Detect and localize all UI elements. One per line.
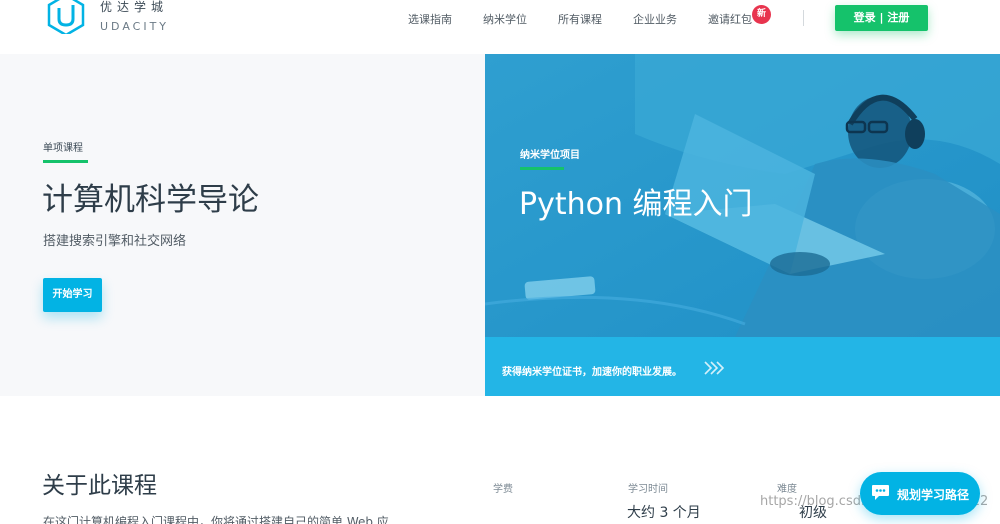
login-register-button[interactable]: 登录 | 注册: [835, 5, 928, 31]
certificate-banner[interactable]: 获得纳米学位证书，加速你的职业发展。: [485, 337, 1000, 396]
nanodegree-label: 纳米学位项目: [520, 150, 580, 161]
accent-underline: [520, 167, 564, 170]
logo-text-en[interactable]: UDACITY: [100, 20, 169, 33]
nav-enterprise[interactable]: 企业业务: [633, 11, 677, 27]
double-chevron-right-icon: [704, 361, 725, 375]
plan-learning-path-button[interactable]: 规划学习路径: [860, 472, 980, 515]
nav-invite-redpacket[interactable]: 邀请红包: [708, 11, 752, 27]
top-nav: 优达学城 UDACITY 选课指南 纳米学位 所有课程 企业业务 邀请红包 新 …: [0, 0, 1000, 54]
duration-value: 大约 3 个月: [627, 505, 701, 521]
course-type-label: 单项课程: [43, 143, 83, 154]
plan-learning-path-label: 规划学习路径: [897, 488, 970, 502]
difficulty-label: 难度: [777, 484, 797, 495]
new-badge: 新: [752, 5, 771, 24]
nav-course-guide[interactable]: 选课指南: [408, 11, 452, 27]
course-hero: 单项课程 计算机科学导论 搭建搜索引擎和社交网络 开始学习: [0, 54, 485, 396]
nav-all-courses[interactable]: 所有课程: [558, 11, 602, 27]
course-subtitle: 搭建搜索引擎和社交网络: [43, 234, 187, 249]
duration-label: 学习时间: [628, 484, 668, 495]
nanodegree-title[interactable]: Python 编程入门: [519, 179, 753, 223]
accent-underline: [43, 160, 88, 163]
tuition-label: 学费: [493, 484, 513, 495]
nav-nanodegree[interactable]: 纳米学位: [483, 11, 527, 27]
chat-bubble-icon: [872, 485, 889, 500]
logo-text-cn[interactable]: 优达学城: [100, 0, 168, 15]
nanodegree-promo[interactable]: 纳米学位项目 Python 编程入门 获得纳米学位证书，加速你的职业发展。: [485, 54, 1000, 396]
nav-divider: [803, 10, 804, 26]
start-learning-button[interactable]: 开始学习: [43, 278, 102, 312]
about-heading: 关于此课程: [42, 473, 157, 499]
course-title: 计算机科学导论: [42, 182, 259, 218]
udacity-logo-icon[interactable]: [46, 0, 86, 34]
certificate-text: 获得纳米学位证书，加速你的职业发展。: [502, 367, 682, 378]
about-description: 在这门计算机编程入门课程中，你将通过搭建自己的简单 Web 应: [43, 515, 389, 524]
